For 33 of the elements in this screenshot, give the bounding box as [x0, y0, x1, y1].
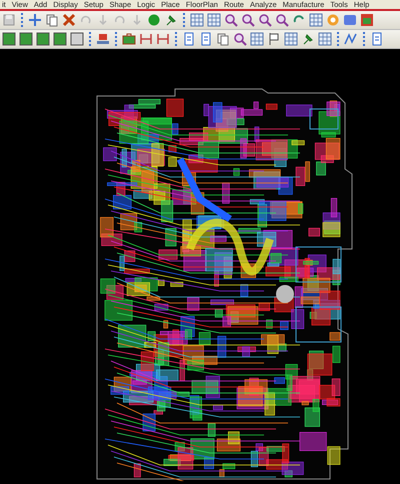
square-icon[interactable] [19, 32, 33, 46]
zoom-icon[interactable] [233, 32, 247, 46]
circle-icon[interactable] [147, 13, 161, 27]
zoom-icon[interactable] [241, 13, 255, 27]
image-icon[interactable] [360, 13, 374, 27]
document-icon[interactable] [199, 32, 213, 46]
grid-icon[interactable] [207, 13, 221, 27]
move-icon[interactable] [28, 13, 42, 27]
grid-icon[interactable] [309, 13, 323, 27]
flag-icon[interactable] [267, 32, 281, 46]
wave-icon[interactable] [344, 32, 358, 46]
delete-icon[interactable] [62, 13, 76, 27]
pin-icon[interactable] [301, 32, 315, 46]
square-icon[interactable] [53, 32, 67, 46]
grid-icon[interactable] [284, 32, 298, 46]
measure-icon[interactable] [156, 32, 170, 46]
zoom-icon[interactable] [224, 13, 238, 27]
pin-icon[interactable] [164, 13, 178, 27]
grid-icon[interactable] [318, 32, 332, 46]
grid-icon[interactable] [190, 13, 204, 27]
document-icon[interactable] [370, 32, 384, 46]
zoom-icon[interactable] [258, 13, 272, 27]
save-icon[interactable] [2, 13, 16, 27]
square-icon[interactable] [2, 32, 16, 46]
briefcase-icon[interactable] [122, 32, 136, 46]
measure-icon[interactable] [139, 32, 153, 46]
square-icon[interactable] [36, 32, 50, 46]
copy-icon[interactable] [45, 13, 59, 27]
document-icon[interactable] [182, 32, 196, 46]
zoom-icon[interactable] [275, 13, 289, 27]
square-icon[interactable] [70, 32, 84, 46]
copy-icon[interactable] [216, 32, 230, 46]
grid-icon[interactable] [250, 32, 264, 46]
